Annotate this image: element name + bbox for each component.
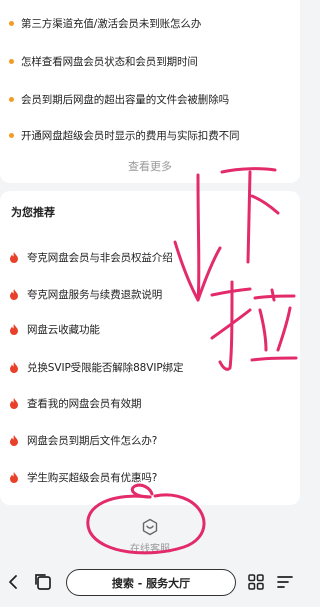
faq-item-label: 会员到期后网盘的超出容量的文件会被删除吗 [21,93,229,106]
recommend-item-label: 夸克网盘会员与非会员权益介绍 [27,251,173,264]
recommend-item-label: 网盘云收藏功能 [27,323,100,336]
faq-item-label: 第三方渠道充值/激活会员未到账怎么办 [21,17,202,30]
back-arrow-icon[interactable] [6,572,22,592]
recommend-item-label: 兑换SVIP受限能否解除88VIP绑定 [27,361,184,374]
faq-item-label: 开通网盘超级会员时显示的费用与实际扣费不同 [21,129,240,142]
customer-service-button[interactable]: 在线客服 [0,510,300,560]
tabs-icon[interactable] [33,572,53,592]
recommend-item[interactable]: 夸克网盘服务与续费退款说明 [10,284,295,304]
faq-item[interactable]: 会员到期后网盘的超出容量的文件会被删除吗 [9,88,294,110]
faq-item[interactable]: 第三方渠道充值/激活会员未到账怎么办 [9,12,294,34]
flame-icon [10,323,18,335]
recommend-item-label: 夸克网盘服务与续费退款说明 [27,288,163,301]
recommend-item-label: 网盘会员到期后文件怎么办? [27,434,158,447]
recommend-title: 为您推荐 [11,206,55,219]
flame-icon [10,251,18,263]
faq-item[interactable]: 怎样查看网盘会员状态和会员到期时间 [9,50,294,72]
bullet-dot-icon [9,20,14,26]
faq-item[interactable]: 开通网盘超级会员时显示的费用与实际扣费不同 [9,124,294,146]
flame-icon [10,397,18,409]
bottom-toolbar: 搜索 - 服务大厅 [0,560,300,607]
apps-grid-icon[interactable] [247,573,265,591]
headset-cube-icon [142,518,158,536]
bullet-dot-icon [9,132,14,138]
bullet-dot-icon [9,58,14,64]
faq-card: 第三方渠道充值/激活会员未到账怎么办 怎样查看网盘会员状态和会员到期时间 会员到… [0,0,300,183]
recommend-item[interactable]: 查看我的网盘会员有效期 [10,393,295,413]
recommend-card: 为您推荐 夸克网盘会员与非会员权益介绍 夸克网盘服务与续费退款说明 网盘云收藏功… [0,191,300,505]
recommend-item-label: 查看我的网盘会员有效期 [27,397,142,410]
flame-icon [10,361,18,373]
recommend-item[interactable]: 学生购买超级会员有优惠吗? [10,467,295,487]
search-bar[interactable]: 搜索 - 服务大厅 [66,569,236,596]
recommend-item[interactable]: 网盘云收藏功能 [10,319,295,339]
bullet-dot-icon [9,96,14,102]
faq-item-label: 怎样查看网盘会员状态和会员到期时间 [21,55,198,68]
recommend-item[interactable]: 夸克网盘会员与非会员权益介绍 [10,247,295,267]
recommend-item[interactable]: 兑换SVIP受限能否解除88VIP绑定 [10,357,295,377]
flame-icon [10,434,18,446]
recommend-item-label: 学生购买超级会员有优惠吗? [27,471,158,484]
menu-icon[interactable] [276,573,294,591]
recommend-item[interactable]: 网盘会员到期后文件怎么办? [10,430,295,450]
view-more-link[interactable]: 查看更多 [0,158,300,174]
customer-service-label: 在线客服 [130,544,170,555]
flame-icon [10,471,18,483]
flame-icon [10,288,18,300]
